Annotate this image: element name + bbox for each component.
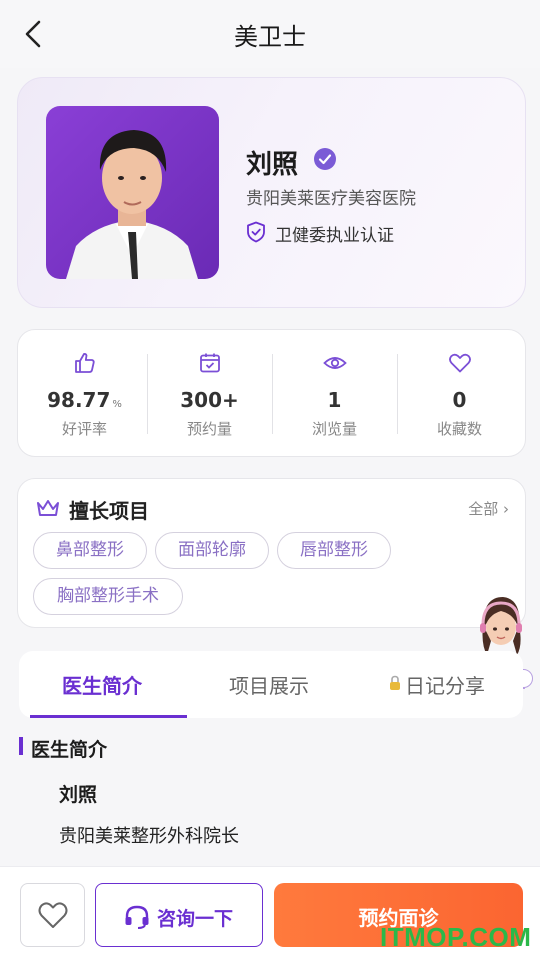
stat-label: 预约量	[186, 420, 232, 438]
doctor-name: 刘照	[246, 150, 299, 180]
consult-label: 咨询一下	[157, 908, 234, 930]
specialties-card: 擅长项目 全部 › 鼻部整形 面部轮廓 唇部整形 胸部整形手术	[17, 478, 526, 628]
favorite-button[interactable]	[20, 883, 85, 947]
doctor-avatar	[46, 106, 219, 279]
tab-diary[interactable]: 日记分享	[405, 670, 485, 699]
headset-icon	[125, 905, 149, 929]
stats-card: 98.77% 好评率 300+ 预约量 1 浏览量 0 收藏数	[17, 329, 526, 457]
eye-icon	[323, 357, 347, 369]
content-tabs: 医生简介 项目展示 日记分享	[19, 651, 523, 718]
thumbs-up-icon	[75, 353, 95, 373]
verified-badge-icon	[314, 148, 336, 170]
stat-value: 300+	[180, 388, 239, 412]
stat-unit: %	[112, 399, 122, 410]
stat-label: 好评率	[61, 420, 107, 438]
lock-icon	[390, 675, 400, 690]
specialties-title: 擅长项目	[69, 499, 149, 523]
specialty-tag[interactable]: 胸部整形手术	[33, 578, 183, 615]
consult-button[interactable]: 咨询一下	[95, 883, 263, 947]
hospital-name: 贵阳美莱医疗美容医院	[246, 189, 416, 209]
specialty-tag[interactable]: 面部轮廓	[155, 532, 269, 569]
top-bar: 美卫士	[0, 0, 540, 68]
stat-value: 98.77	[47, 388, 111, 412]
calendar-check-icon	[200, 353, 220, 373]
page-title: 美卫士	[234, 23, 306, 51]
stat-views: 1 浏览量	[272, 330, 397, 458]
certification-label: 卫健委执业认证	[275, 226, 394, 246]
intro-doctor-position: 贵阳美莱整形外科院长	[59, 826, 239, 847]
active-tab-indicator	[30, 715, 187, 718]
stat-value: 0	[452, 388, 467, 412]
tab-projects[interactable]: 项目展示	[229, 670, 309, 699]
intro-doctor-name: 刘照	[59, 784, 98, 806]
heart-outline-icon	[38, 902, 68, 928]
view-all-link[interactable]: 全部 ›	[468, 498, 509, 519]
stat-rating: 98.77% 好评率	[22, 330, 147, 458]
stat-bookings: 300+ 预约量	[147, 330, 272, 458]
shield-check-icon	[247, 221, 265, 243]
stat-label: 收藏数	[436, 420, 482, 438]
section-accent-bar	[19, 737, 23, 755]
stat-label: 浏览量	[311, 420, 357, 438]
crown-icon	[37, 500, 59, 516]
specialty-tag[interactable]: 唇部整形	[277, 532, 391, 569]
stat-value: 1	[327, 388, 342, 412]
stat-favorites: 0 收藏数	[397, 330, 522, 458]
doctor-profile-card: 刘照 贵阳美莱医疗美容医院 卫健委执业认证	[17, 77, 526, 308]
tab-doctor-intro[interactable]: 医生简介	[62, 670, 142, 699]
section-title: 医生简介	[31, 739, 108, 761]
specialty-tag[interactable]: 鼻部整形	[33, 532, 147, 569]
watermark: ITMOP.COM	[380, 922, 532, 952]
heart-icon	[449, 353, 471, 373]
